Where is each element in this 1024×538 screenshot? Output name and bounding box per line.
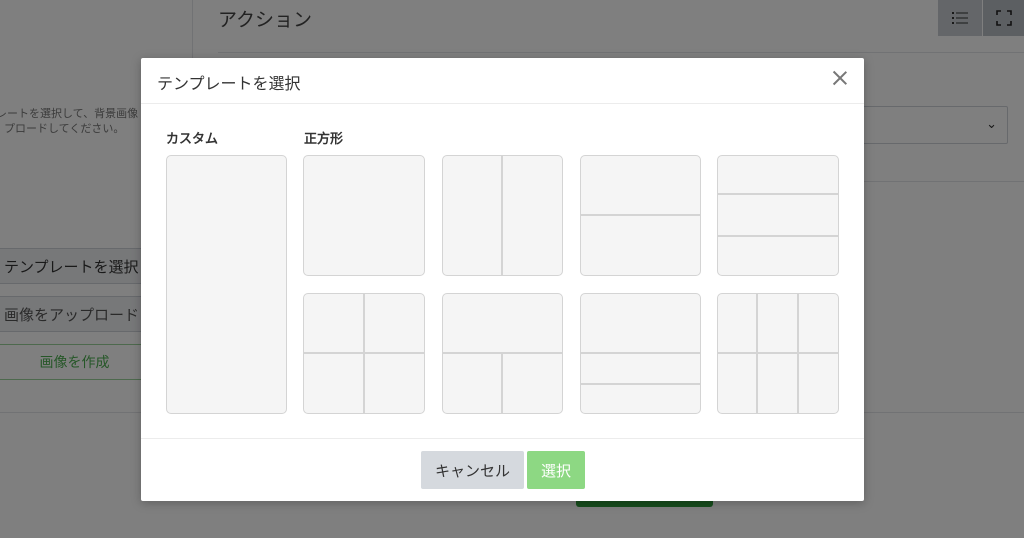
divider-line bbox=[443, 352, 562, 354]
cancel-button[interactable]: キャンセル bbox=[421, 451, 524, 489]
template-select-modal: テンプレートを選択 カスタム 正方形 キャンセル 選択 bbox=[141, 58, 864, 501]
divider-line bbox=[718, 352, 838, 354]
close-icon[interactable] bbox=[830, 68, 850, 88]
divider-line bbox=[501, 156, 503, 275]
template-square-3-rows[interactable] bbox=[717, 155, 839, 276]
section-label-square: 正方形 bbox=[304, 132, 344, 147]
modal-header: テンプレートを選択 bbox=[141, 58, 864, 104]
modal-title: テンプレートを選択 bbox=[157, 74, 301, 93]
divider-line bbox=[501, 352, 503, 413]
template-square-1-top-2-rows-bottom[interactable] bbox=[580, 293, 701, 414]
divider-line bbox=[304, 352, 424, 354]
template-square-2-vertical[interactable] bbox=[442, 155, 563, 276]
template-square-2-horizontal[interactable] bbox=[580, 155, 701, 276]
divider-line bbox=[756, 294, 758, 413]
divider-line bbox=[581, 383, 700, 385]
select-button[interactable]: 選択 bbox=[527, 451, 585, 489]
divider-line bbox=[718, 235, 838, 237]
section-label-custom: カスタム bbox=[166, 132, 219, 147]
divider-line bbox=[581, 352, 700, 354]
template-custom[interactable] bbox=[166, 155, 287, 414]
template-square-1-top-2-bottom[interactable] bbox=[442, 293, 563, 414]
divider-line bbox=[718, 193, 838, 195]
divider-line bbox=[363, 294, 365, 413]
divider-line bbox=[797, 294, 799, 413]
template-square-1[interactable] bbox=[303, 155, 425, 276]
template-square-4-grid[interactable] bbox=[303, 293, 425, 414]
template-square-3-top-3-bottom[interactable] bbox=[717, 293, 839, 414]
divider-line bbox=[581, 214, 700, 216]
modal-footer: キャンセル 選択 bbox=[141, 438, 864, 501]
